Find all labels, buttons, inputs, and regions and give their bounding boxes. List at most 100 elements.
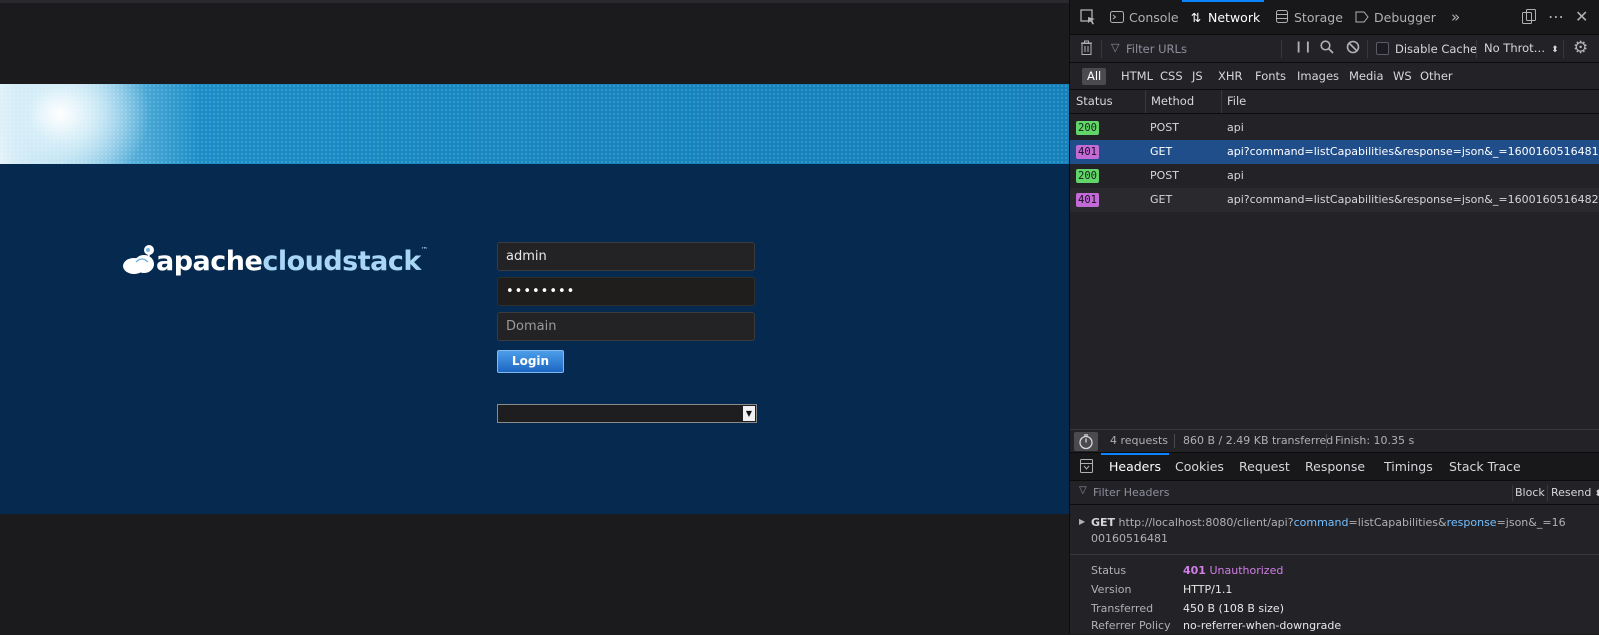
tab-timings[interactable]: Timings: [1384, 453, 1433, 481]
tab-console[interactable]: Console: [1109, 0, 1179, 35]
filter-headers-input[interactable]: Filter Headers: [1093, 481, 1170, 505]
element-picker-icon[interactable]: [1079, 8, 1097, 26]
resend-label: Resend: [1551, 486, 1592, 499]
close-icon[interactable]: ✕: [1575, 7, 1588, 26]
filter-js-button[interactable]: JS: [1187, 68, 1208, 85]
select-arrows-icon: ⬍: [1594, 489, 1599, 499]
transferred-size: 860 B / 2.49 KB transferred: [1183, 434, 1334, 447]
filter-images-button[interactable]: Images: [1292, 68, 1344, 85]
request-file: api?command=listCapabilities&response=js…: [1227, 193, 1599, 206]
filter-fonts-button[interactable]: Fonts: [1250, 68, 1291, 85]
status-badge: 401: [1076, 145, 1099, 159]
tab-network-label: Network: [1208, 10, 1261, 25]
url-param-value: =listCapabilities&: [1348, 516, 1447, 529]
more-tabs-chevron-icon[interactable]: »: [1451, 8, 1460, 26]
request-count: 4 requests: [1110, 434, 1169, 447]
login-button[interactable]: Login: [497, 350, 564, 373]
filter-html-button[interactable]: HTML: [1116, 68, 1158, 85]
request-method: GET: [1091, 516, 1116, 529]
requests-table-header: Status Method File: [1070, 90, 1599, 114]
logo-cloudstack-text: cloudstack: [262, 246, 421, 277]
url-param-key: command: [1293, 516, 1349, 529]
block-url-icon[interactable]: [1346, 40, 1360, 58]
search-icon[interactable]: [1320, 40, 1334, 58]
devtools-panel: Console ⇅ Network Storage Debugger » ⋯ ✕ …: [1069, 0, 1599, 634]
domain-input[interactable]: Domain: [497, 312, 755, 341]
filter-urls-input[interactable]: Filter URLs: [1126, 35, 1187, 63]
status-key: Status: [1091, 564, 1127, 577]
summary-divider: [1174, 434, 1175, 448]
request-method: GET: [1150, 193, 1173, 206]
language-select[interactable]: ▼: [497, 404, 757, 423]
toolbar-divider: [1281, 40, 1282, 58]
pause-icon[interactable]: ❙❙: [1294, 40, 1312, 53]
toolbar-divider: [1512, 485, 1513, 501]
web-page: apachecloudstack™ admin •••••••• Domain …: [0, 0, 1069, 634]
status-badge: 401: [1076, 193, 1099, 207]
column-status-header[interactable]: Status: [1076, 90, 1113, 113]
tab-stack-trace[interactable]: Stack Trace: [1449, 453, 1521, 481]
tab-request[interactable]: Request: [1239, 453, 1290, 481]
devtools-tab-bar: Console ⇅ Network Storage Debugger » ⋯ ✕: [1070, 0, 1599, 35]
trash-icon[interactable]: [1080, 40, 1093, 59]
filter-media-button[interactable]: Media: [1344, 68, 1389, 85]
toggle-sidebar-icon[interactable]: [1080, 459, 1093, 477]
filter-css-button[interactable]: CSS: [1155, 68, 1188, 85]
block-button[interactable]: Block: [1515, 481, 1545, 505]
request-row[interactable]: 200 POST api: [1070, 116, 1599, 140]
more-options-icon[interactable]: ⋯: [1548, 7, 1564, 26]
referrer-policy-value: no-referrer-when-downgrade: [1183, 619, 1342, 632]
request-method: GET: [1150, 145, 1173, 158]
throttling-select-value: No Throt…: [1484, 41, 1546, 55]
tab-debugger[interactable]: Debugger: [1354, 0, 1436, 35]
version-value: HTTP/1.1: [1183, 583, 1233, 596]
request-type-filters: All HTML CSS JS XHR Fonts Images Media W…: [1070, 63, 1599, 90]
expand-triangle-icon[interactable]: ▶: [1079, 517, 1085, 526]
network-icon: ⇅: [1190, 10, 1202, 25]
url-param-key: response: [1446, 516, 1497, 529]
toolbar-divider: [1547, 485, 1548, 501]
logo-apache-text: apache: [156, 246, 263, 277]
console-icon: [1109, 0, 1125, 35]
tab-headers[interactable]: Headers: [1100, 453, 1170, 481]
filter-xhr-button[interactable]: XHR: [1213, 68, 1248, 85]
column-method-header[interactable]: Method: [1151, 90, 1194, 113]
cloudmonkey-logo-icon: [123, 245, 154, 274]
request-url: GET http://localhost:8080/client/api?com…: [1091, 515, 1571, 547]
request-row[interactable]: 200 POST api: [1070, 164, 1599, 188]
select-arrows-icon: ⬍: [1551, 45, 1559, 55]
tab-debugger-label: Debugger: [1374, 10, 1436, 25]
dock-side-icon[interactable]: [1522, 9, 1536, 28]
filter-ws-button[interactable]: WS: [1388, 68, 1417, 85]
filter-other-button[interactable]: Other: [1415, 68, 1458, 85]
performance-stopwatch-icon[interactable]: [1074, 432, 1098, 451]
storage-icon: [1274, 0, 1290, 35]
password-input[interactable]: ••••••••: [497, 277, 755, 306]
username-input[interactable]: admin: [497, 242, 755, 271]
network-toolbar: ▽ Filter URLs ❙❙ Disable Cache No Throt……: [1070, 35, 1599, 63]
headers-filter-bar: ▽ Filter Headers Block Resend ⬍: [1070, 481, 1599, 505]
request-file: api: [1227, 169, 1244, 182]
request-row[interactable]: 401 GET api?command=listCapabilities&res…: [1070, 140, 1599, 164]
tab-network[interactable]: ⇅ Network: [1181, 0, 1265, 35]
request-row[interactable]: 401 GET api?command=listCapabilities&res…: [1070, 188, 1599, 212]
request-file: api?command=listCapabilities&response=js…: [1227, 145, 1599, 158]
request-detail-tab-bar: Headers Cookies Request Response Timings…: [1070, 453, 1599, 481]
filter-all-button[interactable]: All: [1082, 68, 1107, 85]
request-url-summary[interactable]: ▶ GET http://localhost:8080/client/api?c…: [1070, 505, 1599, 555]
status-badge: 200: [1076, 169, 1099, 183]
toolbar-divider: [1367, 40, 1368, 58]
settings-gear-icon[interactable]: ⚙: [1573, 38, 1588, 58]
toolbar-divider: [1101, 40, 1102, 58]
throttling-select[interactable]: No Throt… ⬍: [1484, 35, 1559, 63]
toolbar-divider: [1563, 40, 1564, 58]
status-text: Unauthorized: [1209, 564, 1284, 577]
tab-storage[interactable]: Storage: [1274, 0, 1343, 35]
column-file-header[interactable]: File: [1227, 90, 1246, 113]
disable-cache-checkbox[interactable]: [1376, 42, 1389, 55]
tab-cookies[interactable]: Cookies: [1175, 453, 1224, 481]
tab-console-label: Console: [1129, 10, 1179, 25]
referrer-policy-key: Referrer Policy: [1091, 619, 1171, 632]
tab-response[interactable]: Response: [1305, 453, 1365, 481]
resend-button[interactable]: Resend ⬍: [1551, 481, 1599, 506]
